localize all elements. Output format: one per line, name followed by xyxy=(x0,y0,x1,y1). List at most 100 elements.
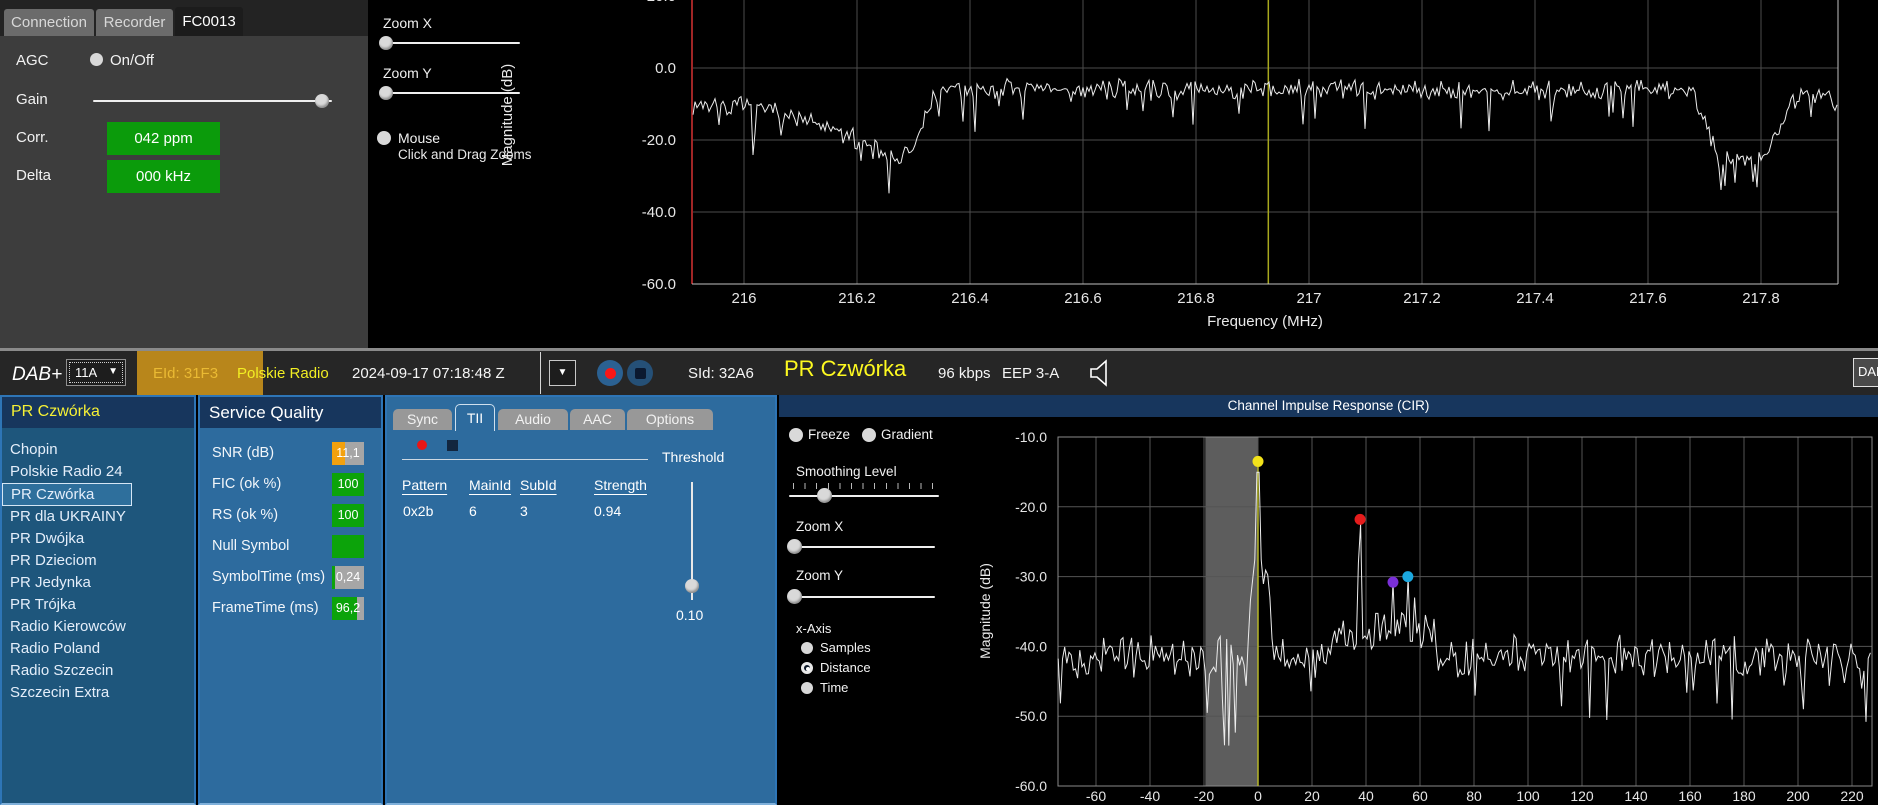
threshold-value: 0.10 xyxy=(676,607,704,623)
spectrum-y-tick: -40.0 xyxy=(642,204,676,221)
protection-level: EEP 3-A xyxy=(1002,365,1060,382)
sq-metric-value: 96,2 xyxy=(335,601,361,615)
cir-zoom-y-thumb[interactable] xyxy=(787,589,802,604)
threshold-label: Threshold xyxy=(662,449,725,465)
spectrum-x-tick: 217.4 xyxy=(1516,290,1554,307)
agc-label: AGC xyxy=(16,52,49,69)
mouse-zoom-radio[interactable] xyxy=(377,131,391,145)
agc-radio[interactable] xyxy=(90,53,103,66)
delta-label: Delta xyxy=(16,167,52,184)
sq-metric-value: 100 xyxy=(337,508,359,522)
freeze-label: Freeze xyxy=(808,427,851,442)
record-button[interactable] xyxy=(597,360,623,386)
tii-peak-marker xyxy=(1402,571,1414,583)
cir-panel: -10.0 -20.0 -30.0 -40.0 -50.0 -60.0 -60 -40 -20 0… xyxy=(779,395,1878,805)
cir-zoom-y-label: Zoom Y xyxy=(796,568,844,583)
sq-metric-bar: 11,1 xyxy=(332,442,364,465)
spectrum-zoom-y-thumb[interactable] xyxy=(379,86,393,100)
tab-fc0013[interactable]: FC0013 xyxy=(175,7,243,36)
sq-metric-label: SNR (dB) xyxy=(212,445,275,461)
spectrum-x-tick: 216.4 xyxy=(951,290,989,307)
service-quality-row: SNR (dB) 11,1 xyxy=(200,442,381,465)
x-axis-samples-radio[interactable] xyxy=(801,642,813,654)
tab-audio[interactable]: Audio xyxy=(498,409,568,430)
record-indicator-icon[interactable] xyxy=(417,440,427,450)
threshold-slider-thumb[interactable] xyxy=(685,579,699,593)
cir-zoom-x-thumb[interactable] xyxy=(787,539,802,554)
spectrum-y-tick: -60.0 xyxy=(642,276,676,293)
record-options-dropdown[interactable]: ▼ xyxy=(549,360,576,386)
delta-value: 000 kHz xyxy=(107,160,220,193)
spectrum-y-tick: -20.0 xyxy=(642,132,676,149)
sq-metric-bar: 100 xyxy=(332,504,364,527)
station-list-item[interactable]: Radio Szczecin xyxy=(2,660,194,682)
freeze-radio[interactable] xyxy=(789,428,803,442)
cir-trace xyxy=(1057,471,1871,746)
tii-column-header: Strength xyxy=(594,477,647,493)
spectrum-zoom-x-track[interactable] xyxy=(381,42,520,44)
service-quality-row: Null Symbol xyxy=(200,535,381,558)
station-list-item[interactable]: Szczecin Extra xyxy=(2,682,194,704)
gain-slider-thumb[interactable] xyxy=(315,94,329,108)
tii-cell: 6 xyxy=(469,503,477,519)
station-list-item[interactable]: PR Dwójka xyxy=(2,528,194,550)
tab-recorder[interactable]: Recorder xyxy=(96,9,173,36)
stop-button[interactable] xyxy=(627,360,653,386)
sq-metric-value: 0,24 xyxy=(335,570,361,584)
spectrum-trace xyxy=(692,77,1838,194)
service-quality-row: FrameTime (ms) 96,2 xyxy=(200,597,381,620)
tii-cell: 3 xyxy=(520,503,528,519)
spectrum-x-axis-label: Frequency (MHz) xyxy=(1207,313,1323,330)
dab-mode-button[interactable]: DAB xyxy=(1853,358,1878,387)
station-list-item[interactable]: Radio Kierowców xyxy=(2,616,194,638)
chevron-down-icon: ▼ xyxy=(108,366,118,377)
station-list-item[interactable]: PR Czwórka xyxy=(2,483,132,506)
sq-metric-bar-fill xyxy=(332,535,364,558)
record-icon xyxy=(604,367,616,379)
corr-value: 042 ppm xyxy=(107,122,220,155)
x-axis-distance-radio[interactable] xyxy=(801,662,813,674)
spectrum-zoom-x-thumb[interactable] xyxy=(379,36,393,50)
station-list-item[interactable]: Polskie Radio 24 xyxy=(2,461,194,483)
stop-indicator-icon[interactable] xyxy=(447,440,458,451)
mouse-zoom-caption: Click and Drag Zooms xyxy=(398,147,532,162)
gradient-radio[interactable] xyxy=(862,428,876,442)
cir-plot[interactable]: -10.0 -20.0 -30.0 -40.0 -50.0 -60.0 -60 -40 -20 0… xyxy=(779,395,1878,805)
ensemble-name: Polskie Radio xyxy=(237,365,329,382)
cir-x-tick: 0 xyxy=(1254,788,1262,804)
smoothing-slider-track[interactable] xyxy=(789,495,939,497)
station-list-item[interactable]: PR dla UKRAINY xyxy=(2,506,194,528)
channel-combo[interactable]: 11A ▼ xyxy=(66,359,126,386)
current-service-header: PR Czwórka xyxy=(11,403,100,420)
station-list-item[interactable]: PR Dzieciom xyxy=(2,550,194,572)
station-list-item[interactable]: PR Trójka xyxy=(2,594,194,616)
ensemble-bar: DAB+ 11A ▼ EId: 31F3 Polskie Radio 2024-… xyxy=(0,348,1878,395)
x-axis-time-radio[interactable] xyxy=(801,682,813,694)
utc-datetime: 2024-09-17 07:18:48 Z xyxy=(352,365,505,382)
cir-zoom-y-track[interactable] xyxy=(789,596,935,598)
tii-separator xyxy=(402,459,648,460)
cir-x-tick: 100 xyxy=(1516,788,1540,804)
cir-x-tick: 80 xyxy=(1466,788,1482,804)
dab-mode-label: DAB+ xyxy=(12,364,63,385)
tab-sync[interactable]: Sync xyxy=(393,409,452,430)
station-panel-header: PR Czwórka xyxy=(2,397,194,428)
station-list-item[interactable]: PR Jedynka xyxy=(2,572,194,594)
smoothing-slider-thumb[interactable] xyxy=(817,488,832,503)
station-list-item[interactable]: Radio Poland xyxy=(2,638,194,660)
x-axis-group-label: x-Axis xyxy=(796,621,832,636)
station-list-item[interactable]: Chopin xyxy=(2,439,194,461)
cir-x-tick: 20 xyxy=(1304,788,1320,804)
cir-zoom-x-track[interactable] xyxy=(789,546,935,548)
tab-aac[interactable]: AAC xyxy=(570,409,625,430)
tab-tii[interactable]: TII xyxy=(455,404,495,431)
spectrum-zoom-x-label: Zoom X xyxy=(383,15,433,31)
tab-options[interactable]: Options xyxy=(627,409,713,430)
cir-x-tick: 40 xyxy=(1358,788,1374,804)
spectrum-zoom-y-track[interactable] xyxy=(381,92,520,94)
speaker-icon[interactable] xyxy=(1088,359,1114,387)
spectrum-x-tick: 216.6 xyxy=(1064,290,1102,307)
tab-connection[interactable]: Connection xyxy=(4,9,94,36)
gain-slider-track[interactable] xyxy=(93,100,332,102)
cir-y-axis-label: Magnitude (dB) xyxy=(977,563,993,659)
